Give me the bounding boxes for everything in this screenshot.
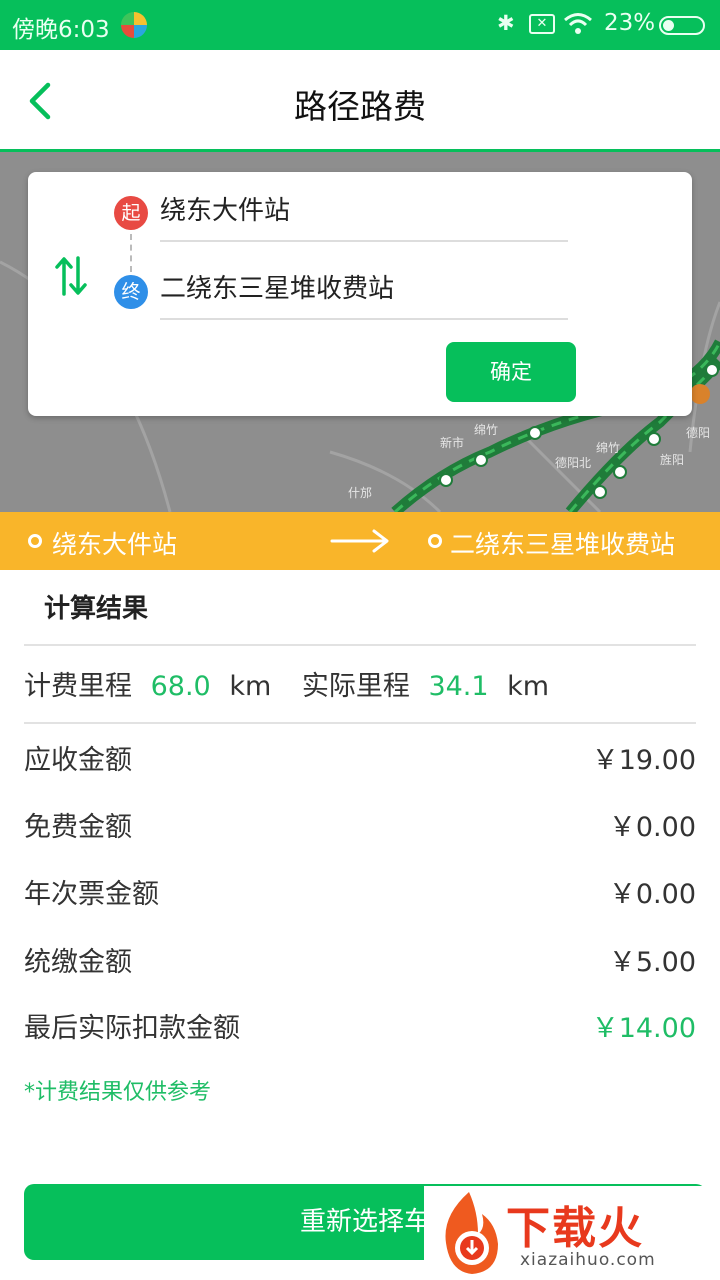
- fee-label: 统缴金额: [24, 947, 132, 978]
- from-dot-icon: [28, 534, 42, 548]
- map-label: 德阳: [686, 425, 710, 440]
- title-bar: 路径路费: [0, 50, 720, 152]
- end-badge: 终: [114, 275, 148, 309]
- status-time: 傍晚6:03: [12, 17, 110, 43]
- start-badge: 起: [114, 196, 148, 230]
- battery-icon: [659, 16, 705, 35]
- map-label: 德阳北: [555, 455, 591, 470]
- fee-label: 应收金额: [24, 745, 132, 776]
- app-notification-icon: [121, 12, 147, 38]
- fee-value: ￥19.00: [591, 745, 696, 776]
- fee-label: 免费金额: [24, 812, 132, 843]
- fee-label: 年次票金额: [24, 879, 159, 910]
- route-to: 二绕东三星堆收费站: [450, 530, 676, 559]
- results-title: 计算结果: [44, 594, 149, 624]
- map-label: 什邡: [348, 485, 372, 500]
- actual-mileage-unit: km: [507, 671, 550, 702]
- bluetooth-icon: ✱: [497, 11, 515, 35]
- route-input-card: 起 终 绕东大件站 二绕东三星堆收费站 确定: [28, 172, 692, 416]
- route-from: 绕东大件站: [52, 530, 178, 559]
- fee-value: ￥5.00: [608, 947, 696, 978]
- watermark-brand: 下载火: [506, 1203, 644, 1254]
- fee-value: ￥14.00: [591, 1013, 696, 1044]
- actual-mileage-label: 实际里程: [301, 671, 410, 702]
- divider: [24, 722, 696, 724]
- fee-value: ￥0.00: [608, 879, 696, 910]
- page-title: 路径路费: [294, 87, 426, 126]
- actual-mileage-value: 34.1: [428, 671, 489, 702]
- route-connector: [130, 234, 132, 272]
- billing-mileage-value: 68.0: [150, 671, 211, 702]
- fee-value: ￥0.00: [608, 812, 696, 843]
- billing-mileage-label: 计费里程: [24, 671, 132, 702]
- swap-icon[interactable]: [54, 256, 88, 296]
- divider: [24, 644, 696, 646]
- fee-label: 最后实际扣款金额: [24, 1013, 240, 1044]
- watermark-domain: xiazaihuo.com: [520, 1250, 656, 1270]
- arrow-right-icon: [330, 529, 389, 553]
- start-station-field[interactable]: 绕东大件站: [160, 190, 568, 242]
- no-sim-icon: ✕: [529, 14, 555, 34]
- disclaimer-note: *计费结果仅供参考: [24, 1080, 212, 1105]
- map-label: 新市: [440, 435, 464, 450]
- map-label: 旌阳: [660, 453, 684, 467]
- status-bar: 傍晚6:03 ✱ ✕ 23%: [0, 0, 720, 50]
- route-summary-bar: 绕东大件站 二绕东三星堆收费站: [0, 512, 720, 570]
- wifi-icon: [564, 13, 592, 34]
- end-station-field[interactable]: 二绕东三星堆收费站: [160, 268, 568, 320]
- map-label: 绵竹: [474, 423, 498, 437]
- map-label: 绵竹: [596, 441, 620, 455]
- flame-logo-icon: [445, 1192, 498, 1274]
- to-dot-icon: [428, 534, 442, 548]
- watermark-logo: 下载火 xiazaihuo.com: [424, 1186, 720, 1280]
- billing-mileage-unit: km: [229, 671, 272, 702]
- confirm-button[interactable]: 确定: [446, 342, 576, 402]
- battery-percent: 23%: [604, 10, 656, 36]
- mileage-line: 计费里程 68.0 km 实际里程 34.1 km: [24, 664, 549, 703]
